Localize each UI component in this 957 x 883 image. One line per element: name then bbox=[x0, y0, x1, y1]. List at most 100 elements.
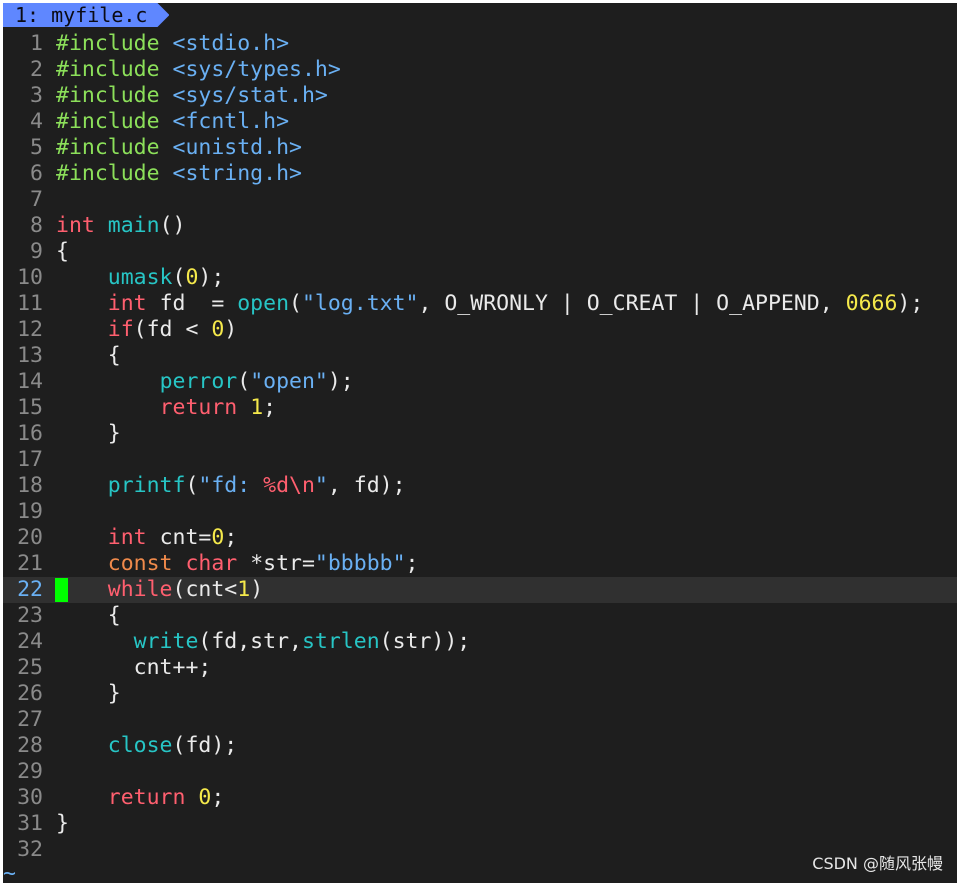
code-line[interactable]: 5 #include <unistd.h> bbox=[3, 135, 957, 161]
code-line[interactable]: 23 { bbox=[3, 603, 957, 629]
code-text[interactable]: } bbox=[56, 811, 69, 837]
code-line[interactable]: 31} bbox=[3, 811, 957, 837]
code-token: 0 bbox=[211, 525, 225, 550]
code-token: (fd,str, bbox=[198, 629, 302, 654]
code-line[interactable]: 24 write(fd,str,strlen(str)); bbox=[3, 629, 957, 655]
code-text[interactable]: const char *str="bbbbb"; bbox=[56, 551, 419, 577]
code-line[interactable]: 6 #include <string.h> bbox=[3, 161, 957, 187]
code-token: int bbox=[107, 291, 147, 316]
line-number: 2 bbox=[30, 57, 43, 82]
code-token: (cnt< bbox=[172, 577, 238, 602]
code-line[interactable]: 25 cnt++; bbox=[3, 655, 957, 681]
code-token: #include bbox=[56, 161, 160, 186]
code-line[interactable]: 27 bbox=[3, 707, 957, 733]
code-text[interactable]: int main() bbox=[56, 213, 185, 239]
code-text[interactable]: #include <fcntl.h> bbox=[56, 109, 289, 135]
code-text[interactable]: { bbox=[56, 603, 121, 629]
code-token: while bbox=[107, 577, 173, 602]
code-text[interactable]: return 0; bbox=[56, 785, 225, 811]
code-text[interactable]: int fd = open("log.txt", O_WRONLY | O_CR… bbox=[56, 291, 924, 317]
code-text[interactable]: #include <string.h> bbox=[56, 161, 302, 187]
code-area[interactable]: 1 #include <stdio.h> 2 #include <sys/types.… bbox=[3, 31, 957, 863]
code-line[interactable]: 12 if(fd < 0) bbox=[3, 317, 957, 343]
code-token: 0666 bbox=[845, 291, 898, 316]
code-text[interactable]: } bbox=[56, 681, 121, 707]
code-line[interactable]: 28 close(fd); bbox=[3, 733, 957, 759]
code-line[interactable]: 10 umask(0); bbox=[3, 265, 957, 291]
code-text[interactable]: close(fd); bbox=[56, 733, 237, 759]
code-token: 0 bbox=[198, 785, 212, 810]
code-text[interactable]: } bbox=[56, 421, 121, 447]
code-line[interactable]: 16 } bbox=[3, 421, 957, 447]
code-line[interactable]: 8 int main() bbox=[3, 213, 957, 239]
code-token: close bbox=[107, 733, 173, 758]
code-token: } bbox=[56, 811, 69, 836]
code-line[interactable]: 26 } bbox=[3, 681, 957, 707]
code-text[interactable]: #include <unistd.h> bbox=[56, 135, 302, 161]
code-text[interactable]: int cnt=0; bbox=[56, 525, 237, 551]
code-line[interactable]: 11 int fd = open("log.txt", O_WRONLY | O… bbox=[3, 291, 957, 317]
code-text[interactable]: { bbox=[56, 343, 121, 369]
code-text[interactable]: printf("fd: %d\n", fd); bbox=[56, 473, 406, 499]
code-line[interactable]: 1 #include <stdio.h> bbox=[3, 31, 957, 57]
code-text[interactable]: write(fd,str,strlen(str)); bbox=[56, 629, 471, 655]
code-token: <fcntl.h> bbox=[172, 109, 290, 134]
code-token: 0 bbox=[211, 317, 225, 342]
line-number: 27 bbox=[17, 707, 43, 732]
code-line[interactable]: 2 #include <sys/types.h> bbox=[3, 57, 957, 83]
code-line[interactable]: 20 int cnt=0; bbox=[3, 525, 957, 551]
code-line[interactable]: 30 return 0; bbox=[3, 785, 957, 811]
code-line[interactable]: 15 return 1; bbox=[3, 395, 957, 421]
line-number: 14 bbox=[17, 369, 43, 394]
line-number: 9 bbox=[30, 239, 43, 264]
code-text[interactable]: #include <sys/types.h> bbox=[56, 57, 341, 83]
code-text[interactable]: perror("open"); bbox=[56, 369, 354, 395]
code-line[interactable]: 29 bbox=[3, 759, 957, 785]
code-token: ( bbox=[172, 265, 186, 290]
code-token: write bbox=[133, 629, 199, 654]
code-text[interactable]: { bbox=[56, 239, 69, 265]
code-token: const bbox=[107, 551, 173, 576]
code-text[interactable]: cnt++; bbox=[56, 655, 212, 681]
code-token: "open" bbox=[250, 369, 328, 394]
code-line[interactable]: 14 perror("open"); bbox=[3, 369, 957, 395]
code-token: <stdio.h> bbox=[172, 31, 290, 56]
code-token: ( bbox=[237, 369, 251, 394]
code-line[interactable]: 19 bbox=[3, 499, 957, 525]
code-token: #include bbox=[56, 57, 160, 82]
code-line[interactable]: 7 bbox=[3, 187, 957, 213]
code-token: 0 bbox=[185, 265, 199, 290]
code-line[interactable]: 18 printf("fd: %d\n", fd); bbox=[3, 473, 957, 499]
code-line[interactable]: 17 bbox=[3, 447, 957, 473]
code-text[interactable]: umask(0); bbox=[56, 265, 225, 291]
line-number: 24 bbox=[17, 629, 43, 654]
code-token: #include bbox=[56, 135, 160, 160]
line-number: 28 bbox=[17, 733, 43, 758]
code-line[interactable]: 21 const char *str="bbbbb"; bbox=[3, 551, 957, 577]
watermark: CSDN @随风张幔 bbox=[812, 854, 943, 873]
code-text[interactable]: #include <sys/stat.h> bbox=[56, 83, 328, 109]
vim-editor[interactable]: 1: myfile.c 1 #include <stdio.h> 2 #include… bbox=[3, 3, 957, 883]
code-token: ; bbox=[224, 525, 238, 550]
line-number: 11 bbox=[17, 291, 43, 316]
code-text[interactable]: return 1; bbox=[56, 395, 277, 421]
code-token: "log.txt" bbox=[301, 291, 419, 316]
code-line[interactable]: 13 { bbox=[3, 343, 957, 369]
code-line[interactable]: 22 while(cnt<1) bbox=[3, 577, 957, 603]
code-token: 1 bbox=[250, 395, 264, 420]
code-text[interactable]: #include <stdio.h> bbox=[56, 31, 289, 57]
line-number: 18 bbox=[17, 473, 43, 498]
code-line[interactable]: 9{ bbox=[3, 239, 957, 265]
code-line[interactable]: 4 #include <fcntl.h> bbox=[3, 109, 957, 135]
code-line[interactable]: 3 #include <sys/stat.h> bbox=[3, 83, 957, 109]
code-text[interactable]: if(fd < 0) bbox=[56, 317, 237, 343]
tab-myfile-c[interactable]: 1: myfile.c bbox=[3, 3, 169, 27]
code-token: <sys/stat.h> bbox=[172, 83, 328, 108]
code-token: return bbox=[159, 395, 238, 420]
code-token: char bbox=[185, 551, 238, 576]
code-text[interactable]: while(cnt<1) bbox=[56, 577, 263, 603]
